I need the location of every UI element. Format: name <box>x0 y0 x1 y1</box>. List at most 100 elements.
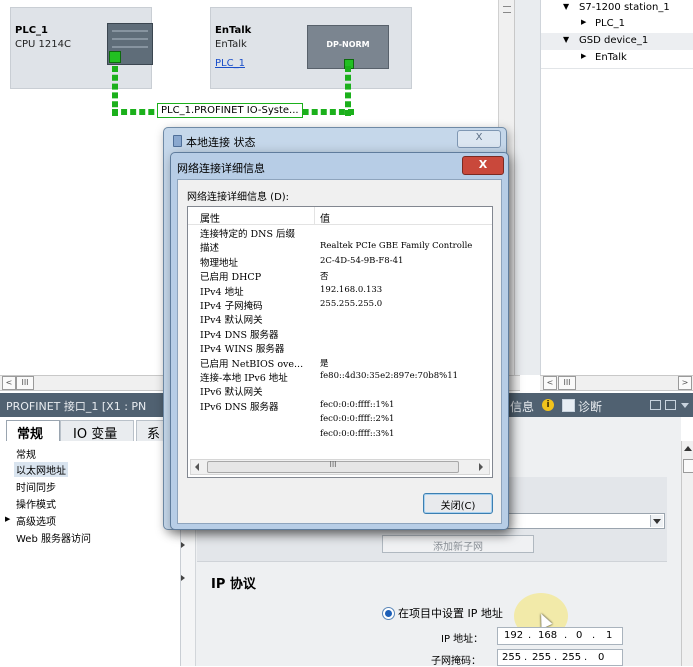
list-item-value[interactable]: 192.168.0.133 <box>320 285 490 299</box>
subnet-mask-label: 子网掩码： <box>431 656 481 667</box>
list-item-property[interactable]: IPv4 DNS 服务器 <box>200 327 279 341</box>
list-item-value[interactable]: 是 <box>320 357 490 371</box>
overview-panel <box>514 0 541 375</box>
tab-io-tags[interactable]: IO 变量 <box>60 420 134 442</box>
column-divider <box>314 207 315 224</box>
device-plc-name: PLC_1 <box>15 25 48 36</box>
list-item-property[interactable]: IPv4 WINS 服务器 <box>200 341 284 355</box>
list-item-property[interactable]: IPv4 子网掩码 <box>200 298 263 312</box>
list-item-property[interactable]: 连接特定的 DNS 后缀 <box>200 226 295 240</box>
device-entalk[interactable]: EnTalk EnTalk PLC_1 DP-NORM <box>210 7 412 89</box>
scroll-left-icon[interactable]: < <box>2 376 16 390</box>
scroll-thumb[interactable]: III <box>207 460 459 473</box>
list-item-property[interactable]: IPv6 默认网关 <box>200 384 263 398</box>
tree-item-plc[interactable]: ▶ PLC_1 <box>541 16 693 33</box>
diagnostics-icon <box>562 399 575 412</box>
list-item-property[interactable]: 物理地址 <box>200 255 238 269</box>
tab-general[interactable]: 常规 <box>6 420 60 442</box>
list-item-value[interactable]: 否 <box>320 270 490 284</box>
scroll-right-icon[interactable] <box>479 463 483 471</box>
list-item-property[interactable]: IPv4 地址 <box>200 284 244 298</box>
dropdown-arrow-icon[interactable] <box>650 515 663 527</box>
ip-section-title: IP 协议 <box>211 577 256 592</box>
add-subnet-button[interactable]: 添加新子网 <box>382 535 534 553</box>
panel-restore-icon[interactable] <box>650 400 661 410</box>
panel-maximize-icon[interactable] <box>665 400 676 410</box>
nav-item-operating-mode[interactable]: 操作模式 <box>16 496 56 511</box>
device-entalk-link[interactable]: PLC_1 <box>215 58 245 69</box>
tab-diagnostics[interactable]: 诊断 <box>562 395 622 415</box>
plc-port-icon[interactable] <box>109 51 121 63</box>
tree-item-entalk[interactable]: ▶ EnTalk <box>541 50 693 67</box>
mask-octet: 0 <box>598 652 605 663</box>
properties-nav[interactable]: 常规 以太网地址 时间同步 操作模式 ▶ 高级选项 Web 服务器访问 <box>0 441 181 666</box>
device-plc[interactable]: PLC_1 CPU 1214C <box>10 7 153 89</box>
tree-item-gsd-device[interactable]: ▼ GSD device_1 <box>541 33 693 50</box>
ip-radio-button[interactable] <box>382 607 395 620</box>
scroll-thumb[interactable]: III <box>16 376 34 390</box>
column-header-value[interactable]: 值 <box>320 210 330 225</box>
list-item-property[interactable]: IPv6 DNS 服务器 <box>200 399 279 413</box>
list-item-value[interactable] <box>320 313 490 327</box>
list-item-value[interactable]: 255.255.255.0 <box>320 299 490 313</box>
profinet-network-label[interactable]: PLC_1.PROFINET IO-Syste... <box>157 103 303 118</box>
list-item-value[interactable] <box>320 227 490 241</box>
scroll-left-icon[interactable] <box>195 463 199 471</box>
list-item-property[interactable]: IPv4 默认网关 <box>200 312 263 326</box>
project-tree[interactable]: ▼ S7-1200 station_1 ▶ PLC_1 ▼ GSD device… <box>540 0 693 375</box>
list-item-value[interactable]: 2C-4D-54-9B-F8-41 <box>320 256 490 270</box>
nav-item-web-server[interactable]: Web 服务器访问 <box>16 530 91 545</box>
mask-octet: 255 <box>502 652 522 663</box>
nav-item-advanced-options[interactable]: 高级选项 <box>16 513 56 528</box>
properties-title: PROFINET 接口_1 [X1 : PN <box>6 400 147 413</box>
tab-info[interactable]: 信息 i <box>510 395 554 415</box>
scroll-right-icon[interactable]: > <box>678 376 692 390</box>
inner-dialog-close-button[interactable]: X <box>462 156 504 175</box>
expand-arrow-icon[interactable]: ▼ <box>563 2 569 11</box>
details-listview[interactable]: 属性 值 连接特定的 DNS 后缀 描述 Realtek PCIe GBE Fami… <box>187 206 493 478</box>
scroll-thumb[interactable] <box>683 459 693 473</box>
tree-item-label: EnTalk <box>595 52 627 63</box>
tree-divider <box>541 68 693 69</box>
project-tree-hscroll[interactable]: < III > <box>540 375 693 391</box>
scroll-thumb[interactable]: III <box>558 376 576 390</box>
ip-octet: 168 <box>538 630 558 641</box>
list-item-property[interactable]: 连接-本地 IPv6 地址 <box>200 370 288 384</box>
scroll-grip: III <box>329 460 337 469</box>
expand-arrow-icon[interactable]: ▼ <box>563 35 569 44</box>
network-details-dialog[interactable]: 网络连接详细信息 X 网络连接详细信息 (D): 属性 值 连接特定的 DNS … <box>170 152 509 530</box>
expand-arrow-icon[interactable]: ▶ <box>581 18 586 26</box>
ip-address-label: IP 地址： <box>441 634 484 645</box>
tree-item-s7-1200-station[interactable]: ▼ S7-1200 station_1 <box>541 0 693 17</box>
list-item-property[interactable]: 已启用 DHCP <box>200 269 261 283</box>
tab-io-tags-label: IO 变量 <box>73 427 118 442</box>
subnet-mask-field[interactable]: 255 . 255 . 255 . 0 <box>497 649 623 666</box>
list-item-property[interactable]: 已启用 NetBIOS ove... <box>200 356 303 370</box>
device-plc-type: CPU 1214C <box>15 39 71 50</box>
list-item-value[interactable] <box>320 328 490 342</box>
list-hscroll[interactable]: III <box>190 459 490 475</box>
list-item-value[interactable]: Realtek PCIe GBE Family Controlle <box>320 241 490 255</box>
list-item-value[interactable]: fec0:0:0:ffff::1%1 <box>320 400 490 414</box>
panel-dropdown-icon[interactable] <box>681 403 689 408</box>
close-button[interactable]: 关闭(C) <box>423 493 493 514</box>
splitter-arrow-icon <box>181 542 185 548</box>
list-item-property[interactable]: 描述 <box>200 240 219 254</box>
list-item-value[interactable] <box>320 342 490 356</box>
list-item-value[interactable]: fec0:0:0:ffff::2%1 <box>320 414 490 428</box>
scroll-up-icon[interactable] <box>684 446 692 451</box>
list-item-value[interactable]: fec0:0:0:ffff::3%1 <box>320 429 490 443</box>
nav-item-general[interactable]: 常规 <box>16 446 36 461</box>
expand-arrow-icon[interactable]: ▶ <box>581 52 586 60</box>
scroll-left-icon[interactable]: < <box>543 376 557 390</box>
list-item-value[interactable]: fe80::4d30:35e2:897e:70b8%11 <box>320 371 490 385</box>
column-header-property[interactable]: 属性 <box>200 210 220 225</box>
expand-arrow-icon[interactable]: ▶ <box>5 515 10 523</box>
list-item-value[interactable] <box>320 385 490 399</box>
nav-item-time-sync[interactable]: 时间同步 <box>16 479 56 494</box>
ip-address-field[interactable]: 192 . 168 . 0 . 1 <box>497 627 623 645</box>
outer-dialog-close-button[interactable]: X <box>457 130 501 148</box>
ip-radio-label: 在项目中设置 IP 地址 <box>398 607 503 620</box>
properties-vscroll[interactable] <box>681 441 693 666</box>
nav-item-ethernet-address[interactable]: 以太网地址 <box>14 462 68 477</box>
